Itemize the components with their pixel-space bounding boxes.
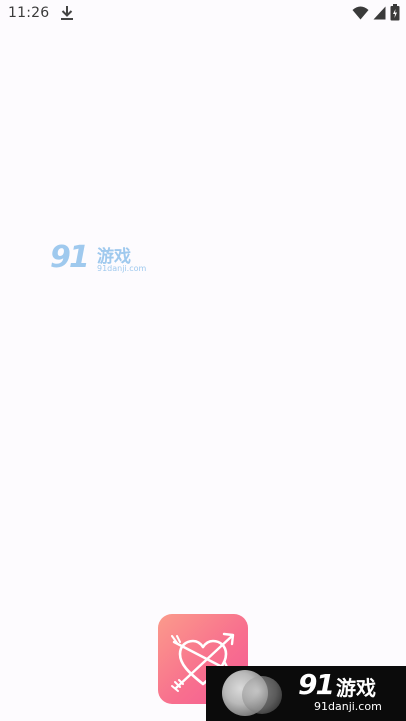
watermark-banner: 91 游戏 91danji.com xyxy=(206,666,406,721)
battery-icon xyxy=(390,3,400,25)
status-icons xyxy=(352,3,400,25)
download-icon xyxy=(60,5,74,21)
status-time: 11:26 xyxy=(8,5,50,21)
watermark-banner-number: 91 xyxy=(298,668,335,701)
watermark-logo-top: 91 游戏 91danji.com xyxy=(50,240,150,280)
watermark-domain: 91danji.com xyxy=(97,264,147,273)
signal-icon xyxy=(373,5,386,24)
wifi-icon xyxy=(352,5,369,24)
status-bar: 11:26 xyxy=(0,0,406,28)
watermark-ghost-logo-2 xyxy=(242,676,282,714)
watermark-banner-domain: 91danji.com xyxy=(314,700,382,713)
splash-screen: 11:26 91 游戏 91danji.com 91 游戏 91danji.co… xyxy=(0,0,406,721)
watermark-banner-chinese: 游戏 xyxy=(336,676,376,700)
watermark-number: 91 xyxy=(50,240,90,275)
